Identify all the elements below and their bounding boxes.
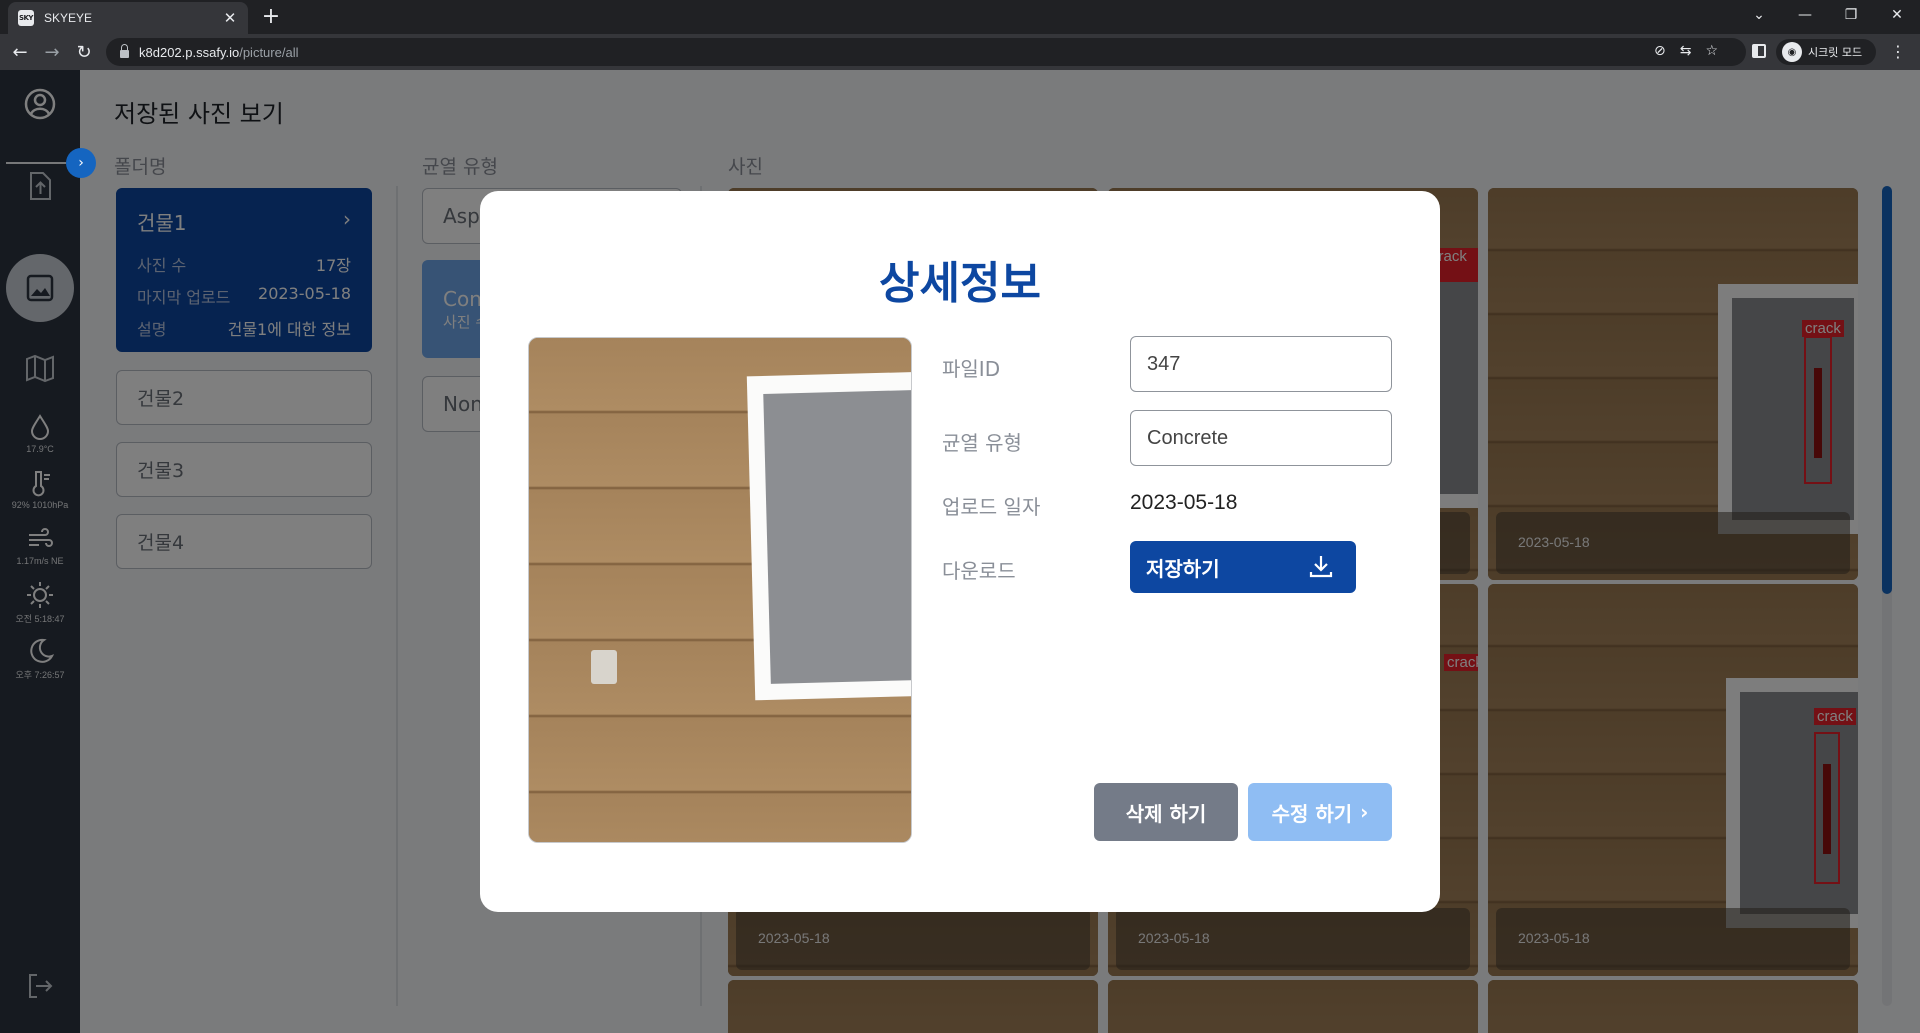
url-host: k8d202.p.ssafy.io xyxy=(139,44,240,60)
translate-icon[interactable]: ⇆ xyxy=(1680,43,1692,59)
minimize-button[interactable]: — xyxy=(1782,0,1828,30)
incognito-label: 시크릿 모드 xyxy=(1808,46,1863,59)
edit-button[interactable]: 수정 하기 › xyxy=(1248,783,1392,841)
address-bar[interactable]: k8d202.p.ssafy.io/picture/all ⊘ ⇆ ☆ xyxy=(106,38,1746,66)
upload-date-value: 2023-05-18 xyxy=(1130,491,1238,514)
tab-title: SKYEYE xyxy=(44,11,93,25)
chevron-right-icon: › xyxy=(1360,800,1369,824)
crack-type-field[interactable]: Concrete xyxy=(1130,410,1392,466)
bookmark-star-icon[interactable]: ☆ xyxy=(1705,43,1718,59)
forward-button[interactable]: → xyxy=(40,40,64,64)
modal-photo: crack xyxy=(528,337,912,843)
download-label: 다운로드 xyxy=(942,559,1016,583)
detail-modal: 상세정보 crack 파일ID 347 균열 유형 Concrete 업로드 일… xyxy=(480,191,1440,912)
incognito-icon: ◉ xyxy=(1782,42,1802,62)
photo-paper xyxy=(746,371,911,701)
delete-button[interactable]: 삭제 하기 xyxy=(1094,783,1238,841)
blocked-icon[interactable]: ⊘ xyxy=(1654,43,1666,59)
incognito-badge[interactable]: ◉ 시크릿 모드 xyxy=(1776,39,1876,65)
url-path: /picture/all xyxy=(239,44,299,60)
upload-date-label: 업로드 일자 xyxy=(942,495,1041,519)
file-id-field[interactable]: 347 xyxy=(1130,336,1392,392)
download-icon xyxy=(1309,556,1333,578)
edit-button-label: 수정 하기 xyxy=(1271,801,1353,826)
browser-toolbar: ← → ↻ k8d202.p.ssafy.io/picture/all ⊘ ⇆ … xyxy=(0,34,1920,70)
back-button[interactable]: ← xyxy=(8,40,32,64)
browser-tabbar: SKY SKYEYE ✕ + ⌄ — ❐ ✕ xyxy=(0,0,1920,34)
outlet-plate xyxy=(591,650,617,684)
tab-search-icon[interactable]: ⌄ xyxy=(1736,0,1782,30)
save-button-label: 저장하기 xyxy=(1146,556,1220,581)
restore-button[interactable]: ❐ xyxy=(1828,0,1874,30)
tab-close-icon[interactable]: ✕ xyxy=(222,9,238,27)
reload-button[interactable]: ↻ xyxy=(72,40,96,64)
delete-button-label: 삭제 하기 xyxy=(1125,801,1207,826)
crack-type-label: 균열 유형 xyxy=(942,431,1022,455)
file-id-label: 파일ID xyxy=(942,357,1001,381)
modal-title: 상세정보 xyxy=(879,258,1041,309)
new-tab-button[interactable]: + xyxy=(258,4,284,29)
save-button[interactable]: 저장하기 xyxy=(1130,541,1356,593)
sidebar-toggle-button[interactable]: › xyxy=(66,148,96,178)
favicon-icon: SKY xyxy=(18,10,34,26)
browser-menu-icon[interactable]: ⋮ xyxy=(1890,42,1906,61)
lock-icon xyxy=(120,44,129,58)
side-panel-icon[interactable] xyxy=(1752,44,1766,58)
browser-tab[interactable]: SKY SKYEYE ✕ xyxy=(8,2,248,34)
close-window-button[interactable]: ✕ xyxy=(1874,0,1920,30)
